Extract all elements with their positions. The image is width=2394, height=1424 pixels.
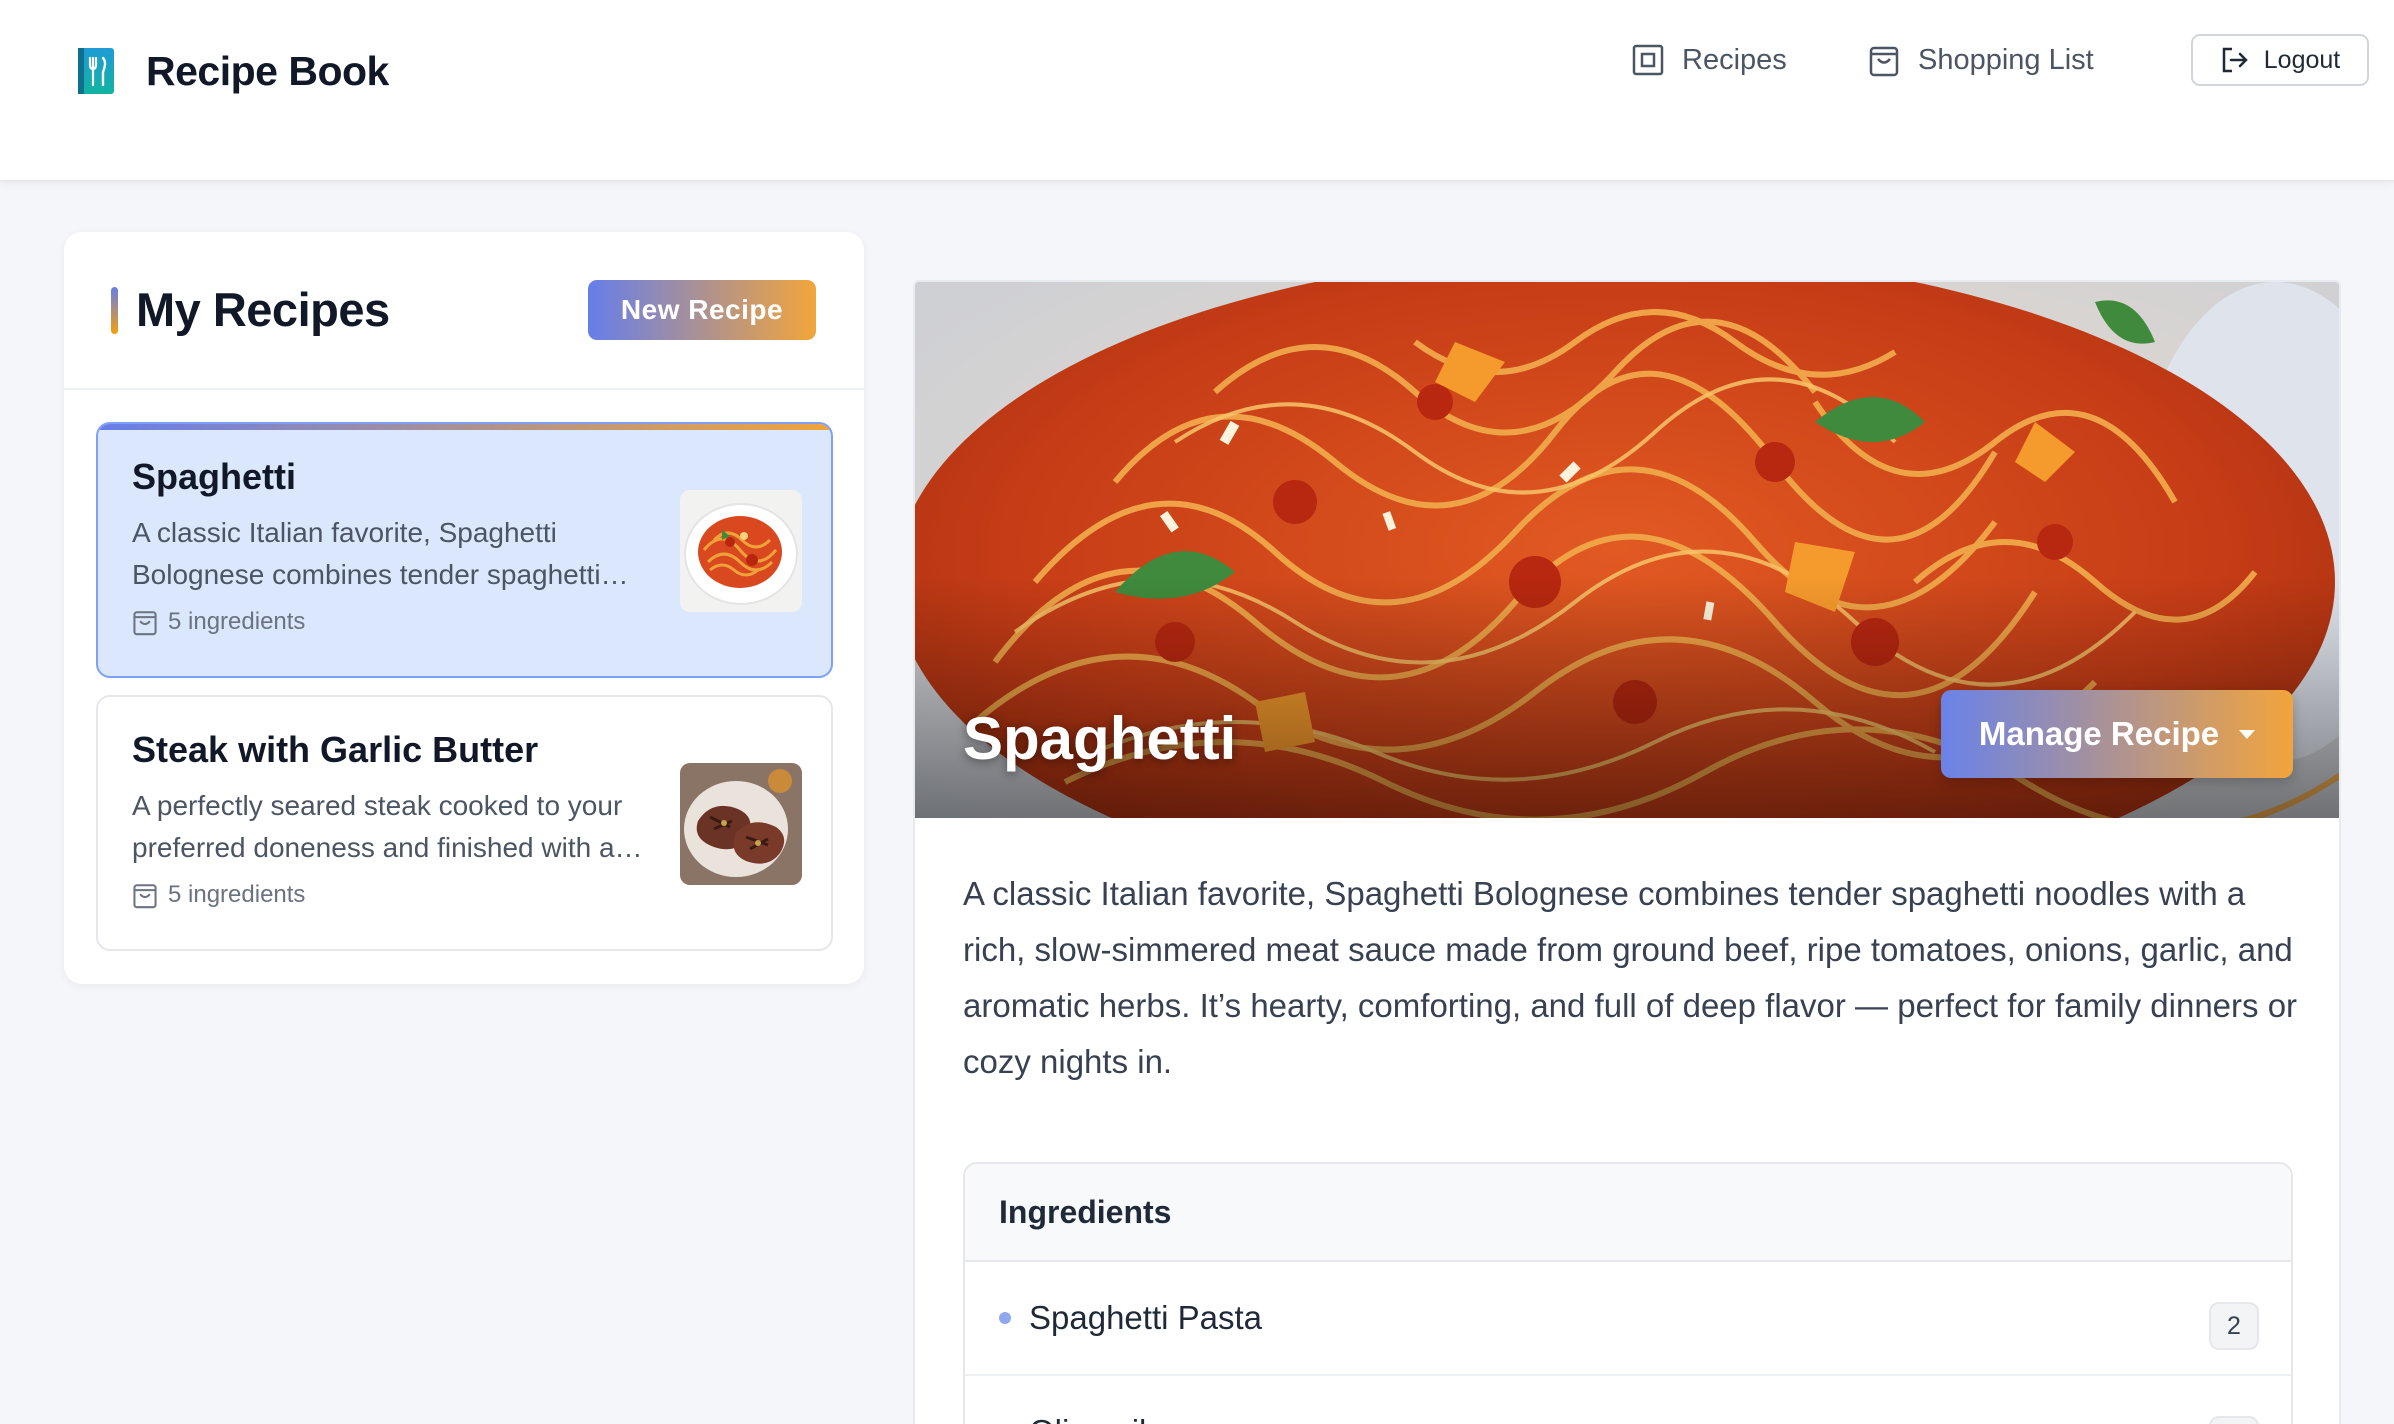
sidebar-header: My Recipes New Recipe [64, 232, 864, 390]
logout-button[interactable]: Logout [2191, 34, 2369, 86]
ingredients-header: Ingredients [965, 1164, 2291, 1262]
recipe-card-description: A perfectly seared steak cooked to your … [132, 790, 623, 863]
ingredient-row: Spaghetti Pasta 2 [965, 1262, 2291, 1376]
recipe-card-title: Spaghetti [132, 456, 297, 497]
recipe-detail: Spaghetti Manage Recipe A classic Italia… [913, 280, 2341, 1424]
shopping-bag-icon [133, 884, 157, 909]
brand[interactable]: Recipe Book [76, 46, 389, 96]
recipes-sidebar: My Recipes New Recipe Spaghetti A classi… [64, 232, 864, 984]
ingredient-count: 5 ingredients [168, 881, 306, 908]
app-title: Recipe Book [146, 47, 389, 94]
ingredient-count: 5 ingredients [168, 608, 306, 635]
nav-recipes-label: Recipes [1682, 43, 1787, 76]
recipe-card-spaghetti[interactable]: Spaghetti A classic Italian favorite, Sp… [96, 422, 833, 678]
recipe-description: A classic Italian favorite, Spaghetti Bo… [963, 875, 2298, 1080]
recipe-card-meta: 5 ingredients [132, 881, 305, 909]
recipes-icon [1632, 44, 1664, 76]
ingredient-name: Olive oil [1029, 1413, 1146, 1424]
ingredient-row: Olive oil 1 [965, 1376, 2291, 1424]
steak-thumbnail [680, 763, 802, 885]
recipe-title: Spaghetti [963, 705, 1237, 772]
recipe-book-icon [78, 48, 114, 94]
recipe-hero-image: Spaghetti Manage Recipe [915, 282, 2339, 818]
ingredient-name: Spaghetti Pasta [1029, 1299, 1262, 1336]
ingredient-quantity-badge: 2 [2209, 1302, 2259, 1350]
spaghetti-thumbnail [680, 490, 802, 612]
logout-label: Logout [2263, 45, 2341, 74]
sidebar-title: My Recipes [136, 283, 390, 336]
nav-recipes[interactable]: Recipes [1632, 38, 1787, 82]
caret-down-icon [2239, 729, 2256, 739]
recipe-card-title: Steak with Garlic Butter [132, 729, 539, 770]
ingredient-quantity-badge: 1 [2209, 1416, 2259, 1424]
recipe-card-meta: 5 ingredients [132, 608, 305, 636]
top-navbar: Recipe Book Recipes Shopping List Logout [0, 0, 2394, 182]
shopping-bag-icon [1869, 46, 1899, 77]
nav-shopping-list[interactable]: Shopping List [1868, 38, 2094, 82]
shopping-bag-icon [133, 611, 157, 636]
recipe-card-description: A classic Italian favorite, Spaghetti Bo… [132, 517, 601, 590]
manage-recipe-button[interactable]: Manage Recipe [1941, 690, 2293, 778]
bullet-icon [999, 1312, 1011, 1324]
new-recipe-button[interactable]: New Recipe [588, 280, 816, 340]
logout-icon [2222, 47, 2248, 73]
manage-recipe-label: Manage Recipe [1978, 715, 2220, 752]
nav-shopping-label: Shopping List [1918, 43, 2094, 76]
recipe-card-steak[interactable]: Steak with Garlic Butter A perfectly sea… [96, 695, 833, 951]
title-accent-bar [111, 287, 118, 334]
ingredients-panel: Ingredients Spaghetti Pasta 2 Olive oil … [963, 1162, 2293, 1424]
